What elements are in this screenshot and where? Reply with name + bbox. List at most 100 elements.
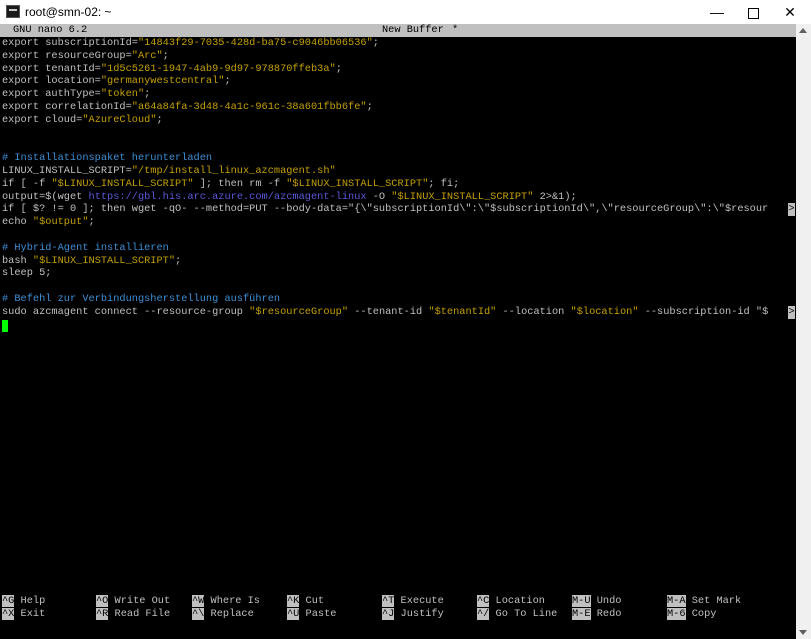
shortcut-item: ^\ Replace [192,607,254,621]
shortcut-key: ^J [382,607,395,620]
code-token: "$output" [32,216,89,229]
terminal-app-icon [6,5,20,18]
code-token: ; [144,88,151,101]
shortcut-key: M-A [667,595,686,607]
code-token: "germanywestcentral" [100,75,225,88]
text-cursor [2,319,8,332]
nano-title-bar: GNU nano 6.2 New Buffer * [0,24,796,37]
editor-line: if [ -f "$LINUX_INSTALL_SCRIPT" ]; then … [2,178,459,191]
maximize-button[interactable] [734,0,772,24]
code-token: export location= [2,75,101,88]
minimize-button[interactable]: — [698,0,736,24]
close-button[interactable]: ✕ [771,0,809,24]
terminal-area[interactable]: GNU nano 6.2 New Buffer * export subscri… [0,24,796,639]
buffer-name: New Buffer [382,24,444,36]
shortcut-label: Redo [590,607,622,620]
shortcut-key: M-E [572,607,591,620]
shortcut-item: ^W Where Is [192,595,260,608]
code-token: export authType= [2,88,101,101]
editor-line: sleep 5; [2,267,51,280]
shortcut-item: M-A Set Mark [667,595,741,608]
code-token: "14843f29-7035-428d-ba75-c9046bb06536" [137,37,373,49]
shortcut-item: ^O Write Out [96,595,170,608]
editor-line: LINUX_INSTALL_SCRIPT="/tmp/install_linux… [2,165,336,178]
code-token: sleep 5; [2,267,52,280]
code-token: "token" [100,88,145,101]
shortcut-key: M-6 [667,607,686,620]
code-token: 2>&1); [533,190,577,203]
editor-line: sudo azcmagent connect --resource-group … [2,306,768,319]
shortcut-label: Go To Line [489,607,558,620]
shortcut-key: ^U [287,607,300,620]
code-token: ; [366,101,373,113]
editor-line: export resourceGroup="Arc"; [2,50,169,63]
shortcut-key: ^K [287,595,300,607]
nano-version: GNU nano 6.2 [13,24,88,36]
code-token: "Arc" [131,49,163,62]
shortcut-label: Set Mark [685,595,742,607]
shortcut-label: Help [14,595,46,607]
editor-line: export subscriptionId="14843f29-7035-428… [2,37,379,50]
code-token: if [ $? != 0 ]; then wget -qO- --method=… [2,203,769,216]
shortcut-item: M-E Redo [572,607,622,621]
shortcut-item: ^G Help [2,595,45,608]
editor-line: output=$(wget https://gbl.his.arc.azure.… [2,191,577,204]
code-token: "$LINUX_INSTALL_SCRIPT" [32,254,176,267]
shortcut-label: Where Is [204,595,260,607]
title-bar[interactable]: root@smn-02: ~ — ✕ [0,0,811,24]
shortcut-key: ^G [2,595,15,607]
code-token: "a64a84fa-3d48-4a1c-961c-38a601fbb6fe" [131,101,367,113]
editor-line: export location="germanywestcentral"; [2,75,231,88]
shortcut-label: Justify [394,607,444,620]
shortcut-item: ^K Cut [287,595,324,608]
editor-line: export tenantId="1d5c5261-1947-4ab9-9d97… [2,63,342,76]
shortcut-key: ^R [96,607,109,620]
code-token: export tenantId= [2,62,101,75]
shortcut-item: ^/ Go To Line [477,607,558,621]
code-token: --location [496,305,571,318]
code-token: ; [372,37,379,49]
editor-line: export correlationId="a64a84fa-3d48-4a1c… [2,101,373,114]
code-token: "$location" [570,305,639,318]
shortcut-item: M-U Undo [572,595,621,608]
line-truncation-marker: > [788,305,795,319]
code-token: bash [2,254,33,267]
editor-line: if [ $? != 0 ]; then wget -qO- --method=… [2,203,768,216]
code-token: "AzureCloud" [82,113,157,126]
line-truncation-marker: > [788,203,795,217]
editor-line: echo "$output"; [2,216,95,229]
shortcut-label: Undo [590,595,622,607]
shortcut-key: ^/ [477,607,490,620]
editor-line: # Hybrid-Agent installieren [2,241,169,254]
editor-line: # Installationspaket herunterladen [2,152,213,165]
shortcut-label: Paste [299,607,337,620]
code-token: "$LINUX_INSTALL_SCRIPT" [51,177,194,190]
code-token: ; [88,216,95,229]
vertical-scrollbar[interactable] [796,24,811,639]
scroll-down-arrow-icon[interactable] [799,630,807,635]
shortcut-item: ^U Paste [287,607,337,621]
modified-indicator: * [452,24,459,36]
code-token: LINUX_INSTALL_SCRIPT= [2,165,132,177]
shortcut-bar: ^G Help ^X Exit ^O Write Out ^R Read File ^W… [0,595,796,621]
shortcut-item: ^R Read File [96,607,170,621]
shortcut-key: ^\ [192,607,205,620]
editor-line: export authType="token"; [2,88,150,101]
terminal-window: root@smn-02: ~ — ✕ GNU nano 6.2 New Buff… [0,0,811,639]
shortcut-item: ^X Exit [2,607,45,621]
code-token: echo [2,216,33,229]
scroll-up-arrow-icon[interactable] [799,28,807,33]
window-title: root@smn-02: ~ [25,5,112,19]
shortcut-label: Location [489,595,545,607]
code-token: if [ -f [2,177,52,190]
editor-line: bash "$LINUX_INSTALL_SCRIPT"; [2,255,181,268]
code-token: ; [162,49,169,62]
code-token: export correlationId= [2,101,132,113]
editor-line: # Befehl zur Verbindungsherstellung ausf… [2,293,281,305]
shortcut-key: ^W [192,595,205,607]
shortcut-key: ^X [2,607,15,620]
code-token: -O "$LINUX_INSTALL_SCRIPT" 2>&1); [367,191,577,203]
code-token: ; [335,62,342,75]
code-token: -O [366,190,392,203]
shortcut-item: ^C Location [477,595,545,608]
